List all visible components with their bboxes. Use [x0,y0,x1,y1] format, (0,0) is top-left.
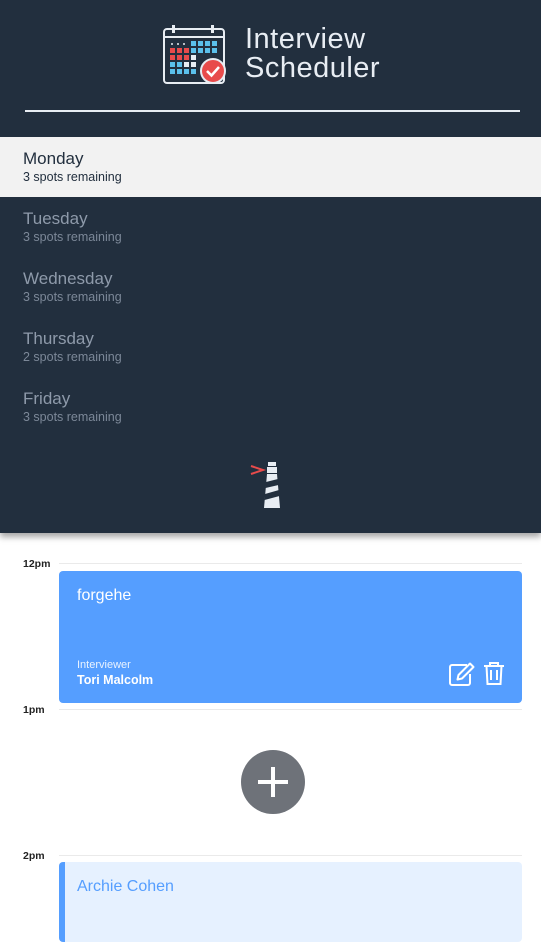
time-divider [59,855,522,856]
app-title: Interview Scheduler [245,25,380,83]
day-list: Monday 3 spots remaining Tuesday 3 spots… [0,137,541,437]
day-spots: 3 spots remaining [23,410,122,424]
day-item-monday[interactable]: Monday 3 spots remaining [0,137,541,197]
day-item-friday[interactable]: Friday 3 spots remaining [0,377,541,437]
calendar-check-icon [163,25,226,84]
day-spots: 3 spots remaining [23,290,122,304]
sidebar-divider [25,110,520,112]
student-name: forgehe [77,587,132,604]
day-name: Thursday [23,329,94,348]
lighthouse-icon [250,462,280,508]
day-item-tuesday[interactable]: Tuesday 3 spots remaining [0,197,541,257]
day-spots: 3 spots remaining [23,230,122,244]
schedule: 12pm forgehe Interviewer Tori Malcolm 1p… [0,533,541,942]
app-title-line1: Interview [245,23,366,55]
edit-icon[interactable] [449,662,475,686]
time-label-2pm: 2pm [23,850,45,862]
interviewer-name: Tori Malcolm [77,673,154,687]
student-name: Archie Cohen [77,878,174,895]
day-name: Tuesday [23,209,88,228]
day-name: Monday [23,149,84,168]
sidebar: Interview Scheduler Monday 3 spots remai… [0,0,541,533]
day-spots: 3 spots remaining [23,170,122,184]
time-label-1pm: 1pm [23,704,45,716]
time-divider [59,709,522,710]
day-name: Friday [23,389,71,408]
time-divider [59,563,522,564]
appointment-card: forgehe Interviewer Tori Malcolm [59,571,522,703]
appointment-card-next[interactable]: Archie Cohen [59,862,522,942]
add-appointment-button[interactable] [241,750,305,814]
day-item-thursday[interactable]: Thursday 2 spots remaining [0,317,541,377]
day-spots: 2 spots remaining [23,350,122,364]
day-name: Wednesday [23,269,113,288]
app-title-line2: Scheduler [245,52,381,84]
plus-icon [258,767,288,797]
day-item-wednesday[interactable]: Wednesday 3 spots remaining [0,257,541,317]
time-label-12pm: 12pm [23,558,51,570]
brand: Interview Scheduler [163,25,403,87]
trash-icon[interactable] [483,661,505,686]
interviewer-label: Interviewer [77,659,131,671]
